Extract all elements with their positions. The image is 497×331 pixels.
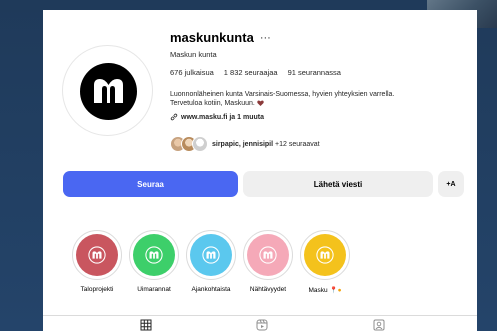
- highlight-cover: [304, 234, 346, 276]
- highlight-ajankohtaista[interactable]: Ajankohtaista: [185, 230, 237, 294]
- website-link[interactable]: www.masku.fi ja 1 muuta: [170, 113, 264, 121]
- followed-by[interactable]: sirpapic, jennisipil +12 seuraavat: [170, 136, 320, 152]
- more-icon[interactable]: ···: [260, 32, 271, 43]
- reels-icon[interactable]: [256, 319, 268, 331]
- masku-logo-icon: [94, 79, 123, 103]
- profile-panel: maskunkunta ··· Maskun kunta 676 julkais…: [43, 10, 477, 331]
- grid-icon[interactable]: [140, 319, 152, 331]
- bio-line: Luonnonläheinen kunta Varsinais-Suomessa…: [170, 91, 395, 98]
- highlight-cover: [190, 234, 232, 276]
- heart-icon: [257, 100, 264, 106]
- story-highlights: Taloprojekti Uimarannat Ajankohtaista Nä…: [71, 230, 351, 294]
- masku-logo-icon: [145, 246, 163, 264]
- follower-avatar: [192, 136, 208, 152]
- followed-by-text: sirpapic, jennisipil +12 seuraavat: [212, 141, 320, 148]
- website-link-label: www.masku.fi ja 1 muuta: [181, 113, 264, 121]
- profile-avatar[interactable]: [62, 45, 153, 136]
- followed-by-names: sirpapic, jennisipil: [212, 140, 274, 148]
- send-message-button[interactable]: Lähetä viesti: [243, 171, 433, 197]
- highlight-uimarannat[interactable]: Uimarannat: [128, 230, 180, 294]
- username: maskunkunta: [170, 30, 254, 45]
- highlight-label: Taloprojekti: [80, 286, 114, 293]
- sun-emoji-icon: ●: [337, 287, 342, 294]
- profile-tabs: [43, 315, 477, 331]
- highlight-label: Nähtävyydet: [249, 286, 287, 293]
- highlight-label: Masku 📍●: [308, 287, 342, 294]
- follow-button[interactable]: Seuraa: [63, 171, 238, 197]
- link-icon: [170, 113, 178, 121]
- username-row: maskunkunta ···: [170, 30, 271, 45]
- highlight-cover: [133, 234, 175, 276]
- highlight-cover: [247, 234, 289, 276]
- highlight-label: Uimarannat: [137, 286, 171, 293]
- bio-line-2: Tervetuloa kotiin, Maskuun.: [170, 99, 470, 108]
- pin-emoji-icon: 📍: [329, 287, 338, 294]
- posts-count: 676 julkaisua: [170, 68, 214, 77]
- masku-logo-icon: [88, 246, 106, 264]
- suggested-accounts-button[interactable]: +A: [438, 171, 464, 197]
- avatar-logo: [80, 63, 137, 120]
- highlight-cover: [76, 234, 118, 276]
- followers-count[interactable]: 1 832 seuraajaa: [224, 68, 278, 77]
- followed-by-more: +12 seuraavat: [275, 140, 320, 148]
- highlight-nahtavyydet[interactable]: Nähtävyydet: [242, 230, 294, 294]
- highlight-taloprojekti[interactable]: Taloprojekti: [71, 230, 123, 294]
- profile-stats: 676 julkaisua 1 832 seuraajaa 91 seurann…: [170, 68, 341, 77]
- highlight-label: Ajankohtaista: [191, 286, 231, 293]
- masku-logo-icon: [202, 246, 220, 264]
- following-count[interactable]: 91 seurannassa: [288, 68, 341, 77]
- highlight-masku[interactable]: Masku 📍●: [299, 230, 351, 294]
- full-name: Maskun kunta: [170, 50, 217, 59]
- masku-logo-icon: [259, 246, 277, 264]
- masku-logo-icon: [316, 246, 334, 264]
- bio: Luonnonläheinen kunta Varsinais-Suomessa…: [170, 90, 470, 108]
- tagged-icon[interactable]: [373, 319, 385, 331]
